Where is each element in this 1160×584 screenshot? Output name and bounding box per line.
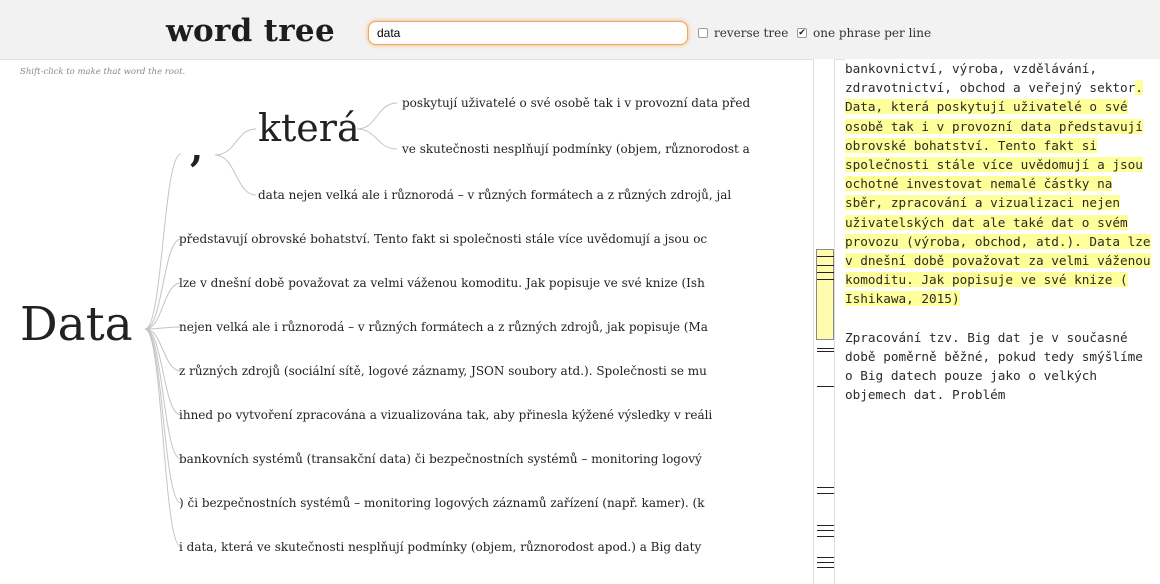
branch	[144, 328, 182, 504]
reverse-tree-checkbox[interactable]	[698, 28, 708, 38]
branch	[214, 154, 257, 196]
minimap-mark	[817, 525, 834, 526]
branch	[144, 328, 182, 416]
minimap-mark	[817, 351, 834, 352]
search-input[interactable]	[368, 21, 688, 45]
tree-leaf[interactable]: data nejen velká ale i různorodá – v růz…	[258, 187, 731, 203]
document-text-panel[interactable]: bankovnictví, výroba, vzdělávání, zdravo…	[845, 59, 1160, 584]
minimap-mark	[817, 493, 834, 494]
tree-node-comma[interactable]: ,	[190, 126, 203, 170]
tree-leaf[interactable]: ) či bezpečnostních systémů – monitoring…	[179, 495, 704, 511]
minimap-mark	[817, 536, 834, 537]
doc-highlight: . Data, která poskytují uživatelé o své …	[845, 80, 1151, 307]
minimap-mark	[817, 557, 834, 558]
minimap-mark	[817, 256, 834, 257]
tree-leaf[interactable]: ihned po vytvoření zpracována a vizualiz…	[179, 407, 712, 423]
branch	[356, 102, 398, 130]
root-word[interactable]: Data	[20, 295, 133, 355]
app-title: word tree	[166, 13, 335, 49]
tree-leaf[interactable]: lze v dnešní době považovat za velmi váž…	[179, 275, 705, 291]
one-phrase-checkbox[interactable]: ✔	[797, 28, 807, 38]
minimap-mark	[817, 487, 834, 488]
minimap-mark	[817, 348, 834, 349]
branch	[356, 128, 398, 150]
tree-node-ktera[interactable]: která	[258, 104, 360, 152]
minimap-mark	[817, 386, 834, 387]
tree-leaf[interactable]: bankovních systémů (transakční data) či …	[179, 451, 702, 467]
minimap-mark	[817, 272, 834, 273]
one-phrase-label: one phrase per line	[813, 26, 932, 40]
doc-text: bankovnictví, výroba, vzdělávání, zdravo…	[845, 61, 1136, 96]
branch	[144, 328, 182, 548]
one-phrase-option[interactable]: ✔ one phrase per line	[797, 26, 931, 40]
tree-leaf[interactable]: poskytují uživatelé o své osobě tak i v …	[402, 95, 750, 111]
minimap-mark	[817, 562, 834, 563]
reverse-tree-option[interactable]: reverse tree	[698, 26, 788, 40]
minimap-mark	[817, 567, 834, 568]
doc-paragraph: Zpracování tzv. Big dat je v současné do…	[845, 329, 1143, 403]
tree-leaf[interactable]: z různých zdrojů (sociální sítě, logové …	[179, 363, 707, 379]
word-tree: Data , která poskytují uživatelé o své o…	[0, 59, 813, 584]
branch	[144, 238, 182, 330]
toolbar: word tree reverse tree ✔ one phrase per …	[0, 0, 1160, 60]
tree-leaf[interactable]: i data, která ve skutečnosti nesplňují p…	[179, 539, 701, 555]
minimap-viewport[interactable]	[816, 249, 834, 340]
branch	[214, 128, 257, 156]
doc-paragraph: bankovnictví, výroba, vzdělávání, zdravo…	[845, 59, 1153, 309]
minimap-mark	[817, 530, 834, 531]
tree-leaf[interactable]: nejen velká ale i různorodá – v různých …	[179, 319, 708, 335]
tree-leaf[interactable]: ve skutečnosti nesplňují podmínky (objem…	[402, 141, 750, 157]
minimap-mark	[817, 265, 834, 266]
minimap-mark	[817, 279, 834, 280]
tree-leaf[interactable]: představují obrovské bohatství. Tento fa…	[179, 231, 707, 247]
document-minimap[interactable]	[813, 59, 835, 584]
reverse-tree-label: reverse tree	[714, 26, 789, 40]
